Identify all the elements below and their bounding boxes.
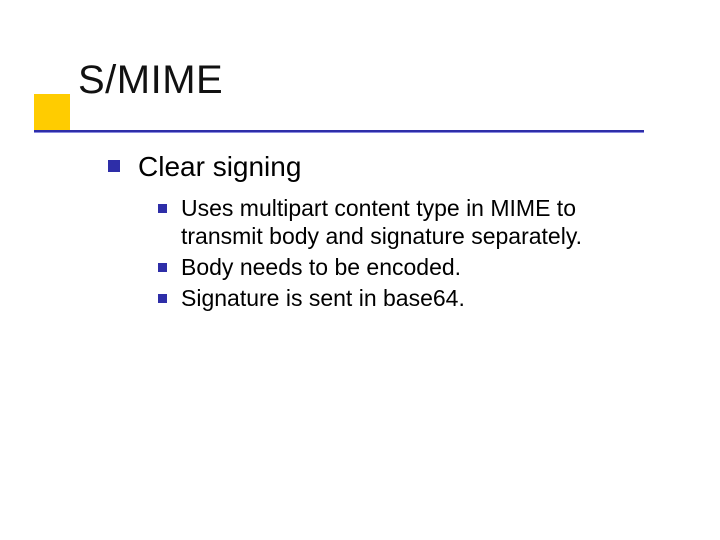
title-block: S/MIME <box>34 58 674 103</box>
square-bullet-icon <box>158 263 167 272</box>
slide-body: Clear signing Uses multipart content typ… <box>108 150 668 315</box>
square-bullet-icon <box>158 204 167 213</box>
title-accent-square <box>34 94 70 130</box>
slide: S/MIME Clear signing Uses multipart cont… <box>0 0 720 540</box>
sub-list: Uses multipart content type in MIME to t… <box>158 194 668 313</box>
title-underline <box>34 130 644 133</box>
list-item-text: Uses multipart content type in MIME to t… <box>181 194 641 252</box>
list-item: Body needs to be encoded. <box>158 253 668 282</box>
list-item-text: Body needs to be encoded. <box>181 253 461 282</box>
list-item-text: Signature is sent in base64. <box>181 284 465 313</box>
list-item: Uses multipart content type in MIME to t… <box>158 194 668 252</box>
square-bullet-icon <box>158 294 167 303</box>
slide-title: S/MIME <box>78 58 674 103</box>
square-bullet-icon <box>108 160 120 172</box>
list-item-text: Clear signing <box>138 150 301 184</box>
list-item: Clear signing <box>108 150 668 184</box>
list-item: Signature is sent in base64. <box>158 284 668 313</box>
